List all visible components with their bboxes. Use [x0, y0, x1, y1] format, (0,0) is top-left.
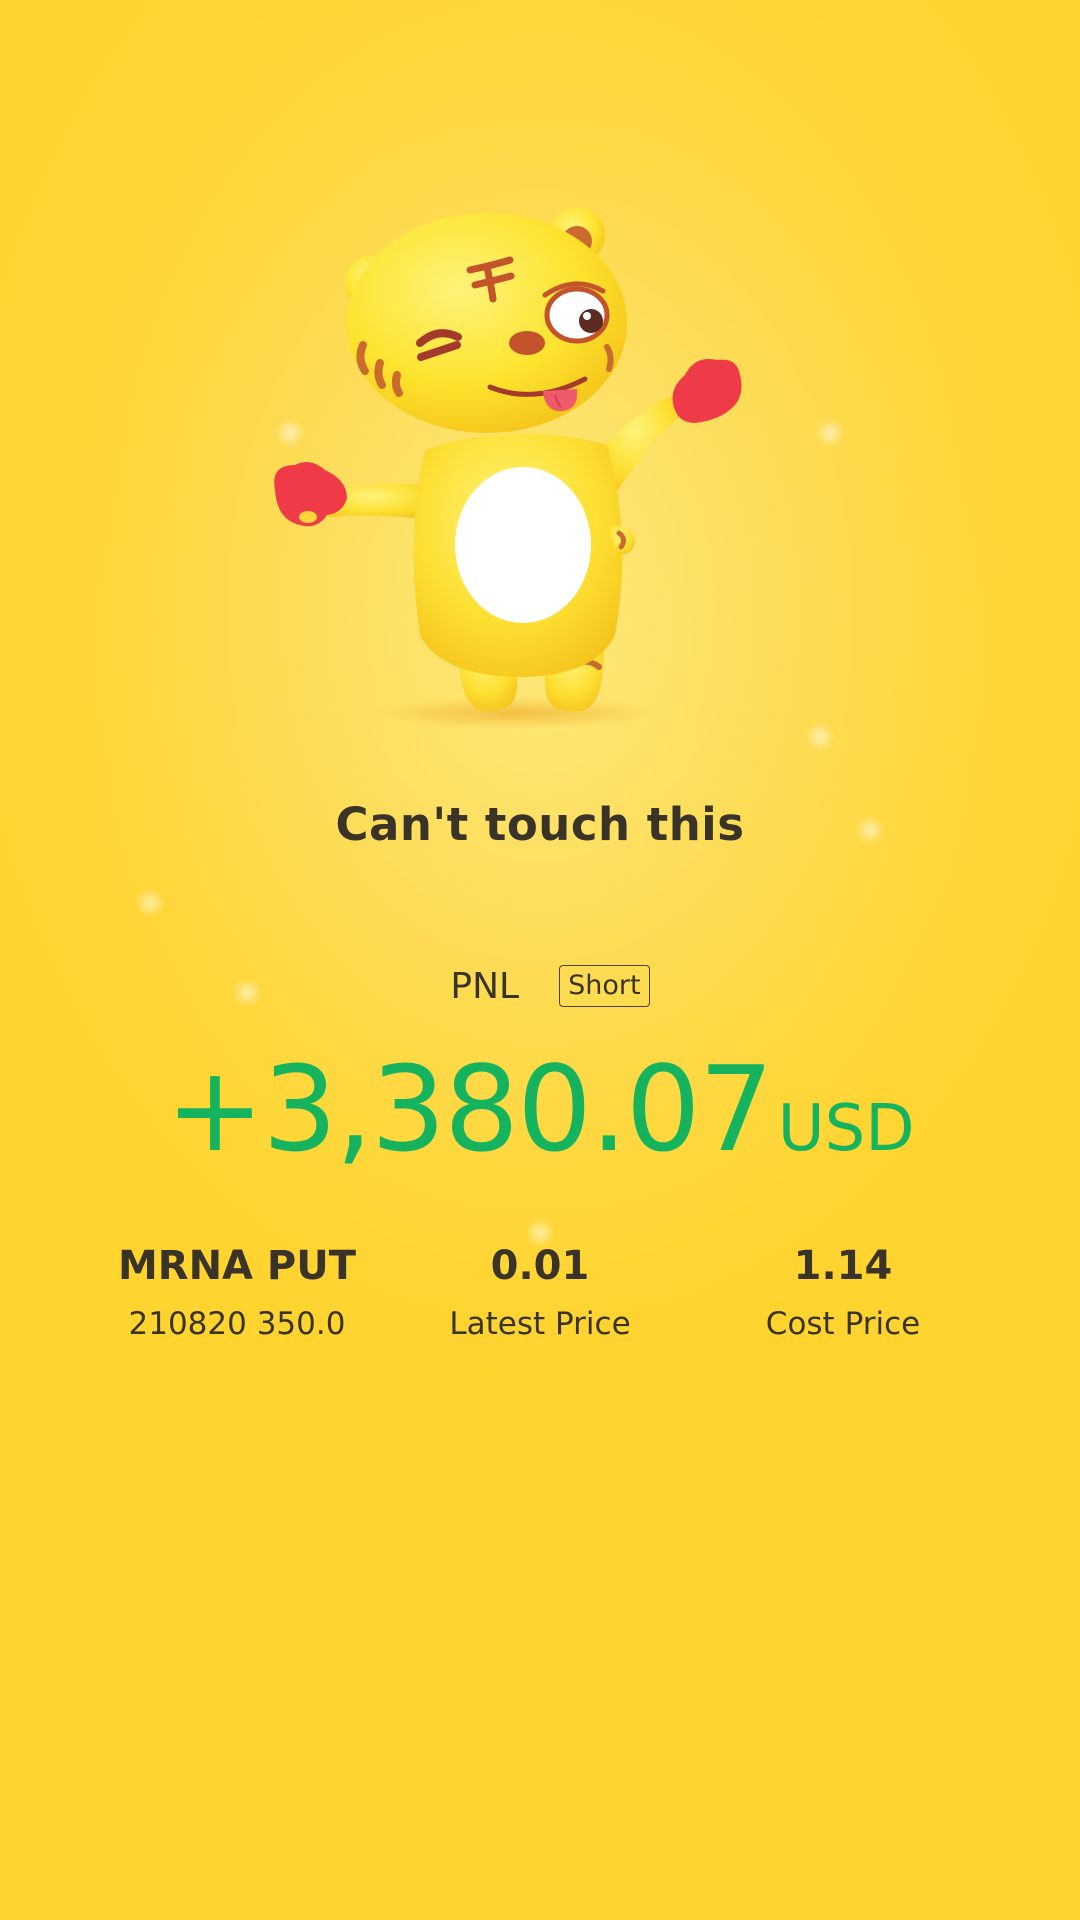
contract-stat: MRNA PUT 210820 350.0: [87, 1238, 387, 1346]
cost-price-value: 1.14: [793, 1243, 893, 1289]
latest-price-stat: 0.01 Latest Price: [390, 1238, 690, 1346]
tiger-mascot-icon: [274, 207, 742, 729]
pnl-header: PNL Short: [0, 965, 1080, 1007]
latest-price-value: 0.01: [490, 1243, 590, 1289]
latest-price-label: Latest Price: [449, 1306, 631, 1342]
sparkle: [805, 722, 835, 752]
position-side-badge: Short: [559, 965, 650, 1007]
pnl-value: +3,380.07: [165, 1040, 773, 1178]
contract-detail: 210820 350.0: [128, 1306, 346, 1342]
contract-symbol: MRNA PUT: [117, 1243, 357, 1289]
sparkle: [815, 418, 845, 448]
cost-price-stat: 1.14 Cost Price: [693, 1238, 993, 1346]
sparkle: [135, 888, 165, 918]
pnl-amount: +3,380.07 USD: [0, 1040, 1080, 1178]
headline: Can't touch this: [335, 798, 745, 851]
position-stats: MRNA PUT 210820 350.0 0.01 Latest Price …: [0, 1238, 1080, 1368]
pnl-currency: USD: [777, 1092, 915, 1166]
cost-price-label: Cost Price: [765, 1306, 921, 1342]
pnl-label: PNL: [450, 965, 520, 1007]
